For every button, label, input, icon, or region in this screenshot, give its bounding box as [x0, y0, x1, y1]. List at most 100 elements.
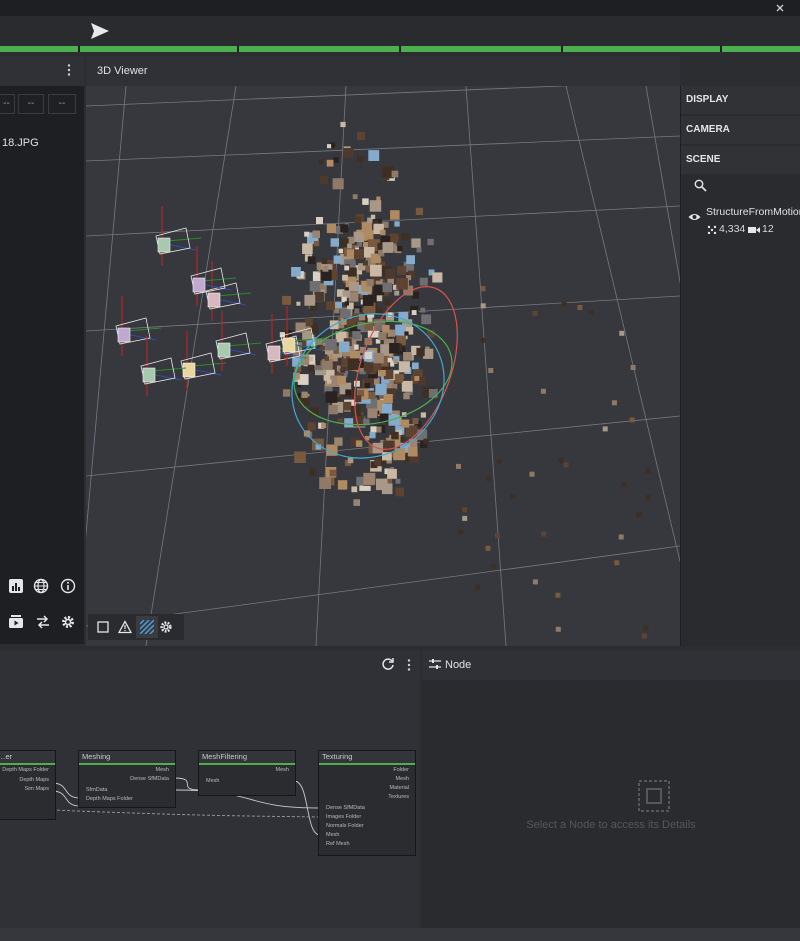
point-cloud-point: [395, 487, 405, 497]
node-port-label: Mesh: [326, 832, 340, 838]
gallery-filter-field[interactable]: --: [18, 94, 44, 114]
send-icon[interactable]: [90, 22, 110, 43]
point-cloud-point: [391, 170, 399, 178]
visibility-eye-icon[interactable]: [688, 211, 701, 226]
point-cloud-point: [376, 196, 381, 201]
point-cloud-point: [364, 382, 371, 389]
close-icon[interactable]: [776, 3, 784, 12]
point-cloud-point: [427, 238, 434, 246]
gallery-image-item[interactable]: 18.JPG: [2, 137, 39, 149]
point-cloud-point: [348, 292, 359, 302]
point-cloud-point: [395, 324, 406, 336]
point-cloud-point: [403, 352, 412, 361]
node-port-label: Material: [389, 785, 409, 791]
graph-editor-canvas[interactable]: …er Depth Maps Folder Depth Maps Sim Map…: [0, 680, 420, 928]
point-cloud-point: [321, 258, 328, 264]
point-cloud-point: [333, 255, 342, 264]
point-cloud-point: [540, 388, 546, 394]
point-cloud-point: [375, 383, 387, 396]
more-options-icon[interactable]: [64, 63, 74, 77]
progress-segment: [239, 46, 399, 52]
scene-section[interactable]: SCENE: [681, 146, 800, 174]
point-cloud-point: [423, 438, 430, 445]
3d-viewport[interactable]: [86, 86, 680, 646]
hatch-grid-icon: [139, 619, 155, 637]
point-cloud-point: [347, 358, 360, 371]
point-cloud-point: [352, 331, 361, 340]
refresh-icon[interactable]: [381, 657, 395, 674]
camera-section[interactable]: CAMERA: [681, 116, 800, 144]
point-cloud-point: [361, 222, 373, 233]
media-icon[interactable]: [8, 614, 24, 633]
graph-node-depthmap[interactable]: …er Depth Maps Folder Depth Maps Sim Map…: [0, 750, 56, 820]
gallery-filter-field[interactable]: --: [0, 94, 15, 114]
more-options-icon[interactable]: [404, 658, 414, 672]
point-cloud-point: [345, 389, 352, 396]
node-port-label: Ref Mesh: [326, 841, 350, 847]
point-cloud-point: [611, 400, 617, 406]
point-cloud-point: [324, 356, 329, 361]
grid-line: [86, 86, 571, 107]
grid-toggle-button[interactable]: [136, 616, 158, 638]
statistics-icon[interactable]: [8, 578, 24, 597]
point-cloud-point: [348, 281, 359, 292]
point-cloud-point: [414, 376, 420, 381]
viewer-title: 3D Viewer: [97, 65, 148, 77]
point-cloud-point: [398, 361, 410, 373]
scene-item-name[interactable]: StructureFromMotion: [706, 206, 800, 218]
node-title: MeshFiltering: [199, 751, 295, 765]
point-cloud-point: [541, 531, 547, 537]
node-title: Meshing: [79, 751, 175, 765]
point-cloud-point: [415, 207, 424, 216]
point-cloud-point: [397, 246, 403, 252]
globe-icon[interactable]: [33, 578, 49, 597]
camera-frustum[interactable]: [215, 311, 262, 371]
graph-node-texturing[interactable]: Texturing Folder Mesh Material Textures …: [318, 750, 416, 856]
point-cloud-point: [344, 418, 354, 428]
point-cloud-point: [561, 301, 567, 307]
point-cloud-point: [475, 584, 481, 590]
swap-icon[interactable]: [35, 614, 51, 633]
point-cloud-point: [382, 282, 392, 293]
point-cloud-point: [304, 231, 310, 237]
point-cloud-point: [355, 440, 363, 447]
point-cloud-point: [344, 301, 349, 306]
settings-gear-icon[interactable]: [60, 614, 76, 633]
point-cloud-point: [389, 233, 399, 243]
point-cloud-point: [389, 343, 400, 354]
graph-progress-bar: [0, 46, 800, 52]
frame-icon[interactable]: [96, 620, 110, 637]
node-port-label: Images Folder: [326, 814, 362, 820]
scene-search-input[interactable]: [686, 176, 800, 196]
point-cloud-point: [314, 241, 320, 247]
progress-segment: [0, 46, 78, 52]
point-count: 4,334: [719, 223, 746, 235]
point-cloud-point: [363, 242, 369, 248]
info-icon[interactable]: [60, 578, 76, 597]
warning-icon[interactable]: [117, 620, 133, 637]
point-cloud-point: [370, 264, 382, 277]
point-cloud-point: [395, 478, 401, 484]
image-gallery-header: [0, 56, 84, 86]
point-cloud-point: [370, 214, 376, 220]
point-cloud-point: [495, 533, 500, 539]
point-cloud-point: [291, 267, 301, 277]
point-cloud-point: [629, 417, 635, 423]
point-cloud-point: [588, 309, 594, 315]
grid-line: [86, 135, 680, 162]
point-cloud-point: [462, 515, 468, 521]
graph-node-meshing[interactable]: Meshing Mesh Dense SfMData SfmData Depth…: [78, 750, 176, 808]
camera-frustum[interactable]: [155, 206, 202, 266]
point-cloud-point: [282, 295, 291, 305]
point-cloud-point: [532, 310, 538, 316]
point-cloud-point: [294, 451, 306, 463]
settings-gear-icon[interactable]: [159, 620, 173, 637]
display-section[interactable]: DISPLAY: [681, 86, 800, 114]
camera-frustum[interactable]: [115, 296, 162, 356]
camera-frustum[interactable]: [140, 336, 187, 396]
graph-node-meshfiltering[interactable]: MeshFiltering Mesh Mesh: [198, 750, 296, 796]
point-cloud-point: [411, 310, 417, 315]
point-cloud-point: [394, 221, 400, 227]
gallery-filter-field[interactable]: --: [48, 94, 76, 114]
3d-scene[interactable]: [86, 86, 680, 646]
